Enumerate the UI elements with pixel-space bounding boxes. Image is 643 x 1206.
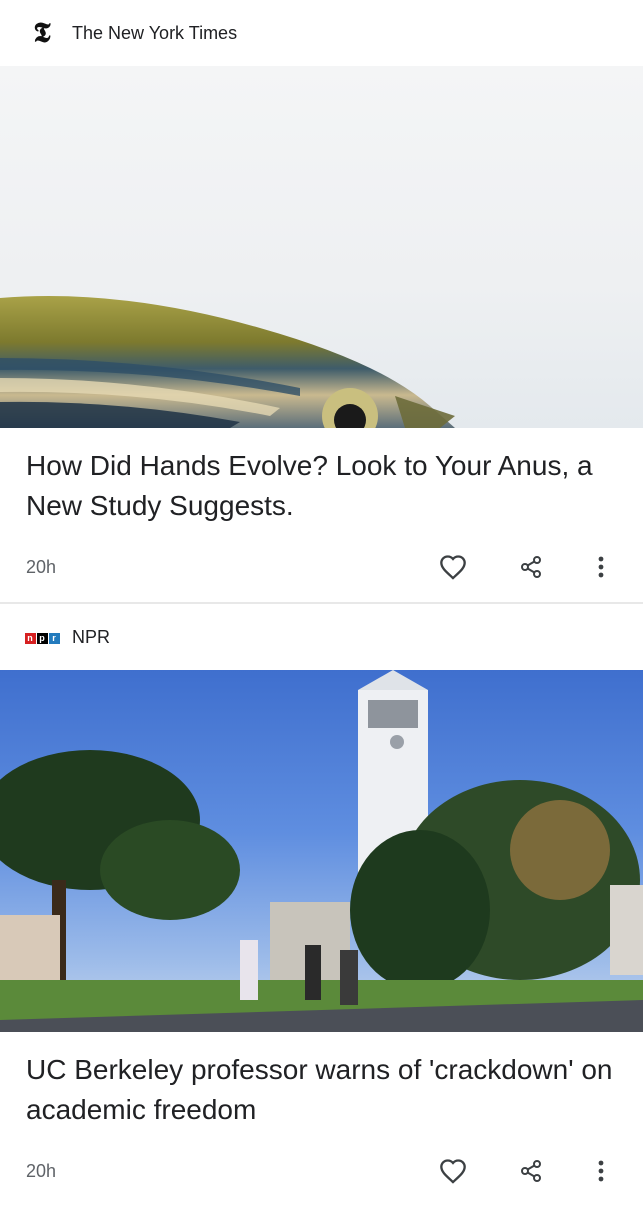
source-row[interactable]: 𝕿 The New York Times bbox=[0, 0, 643, 66]
article-meta: 20h bbox=[0, 532, 643, 602]
article-image[interactable] bbox=[0, 66, 643, 428]
share-icon[interactable] bbox=[511, 547, 551, 587]
source-row[interactable]: n p r NPR bbox=[0, 604, 643, 670]
article-headline[interactable]: UC Berkeley professor warns of 'crackdow… bbox=[0, 1032, 643, 1136]
share-icon[interactable] bbox=[511, 1151, 551, 1191]
timestamp: 20h bbox=[26, 1160, 57, 1181]
nyt-logo-icon: 𝕿 bbox=[33, 16, 51, 49]
more-vert-icon[interactable] bbox=[581, 547, 621, 587]
timestamp: 20h bbox=[26, 556, 57, 577]
heart-icon[interactable] bbox=[433, 547, 473, 587]
npr-logo-icon: n p r bbox=[24, 621, 60, 653]
article-meta: 20h bbox=[0, 1136, 643, 1206]
more-vert-icon[interactable] bbox=[581, 1151, 621, 1191]
uc-berkeley-sather-tower-photo bbox=[0, 670, 643, 1032]
article-card-nyt[interactable]: 𝕿 The New York Times How Did Hands Evolv… bbox=[0, 0, 643, 602]
source-name: The New York Times bbox=[72, 22, 238, 43]
zebrafish-photo bbox=[0, 296, 455, 428]
article-image[interactable] bbox=[0, 670, 643, 1032]
heart-icon[interactable] bbox=[433, 1151, 473, 1191]
article-card-npr[interactable]: n p r NPR UC Berkeley professor warns of… bbox=[0, 604, 643, 1206]
source-name: NPR bbox=[72, 626, 111, 647]
article-headline[interactable]: How Did Hands Evolve? Look to Your Anus,… bbox=[0, 428, 643, 532]
